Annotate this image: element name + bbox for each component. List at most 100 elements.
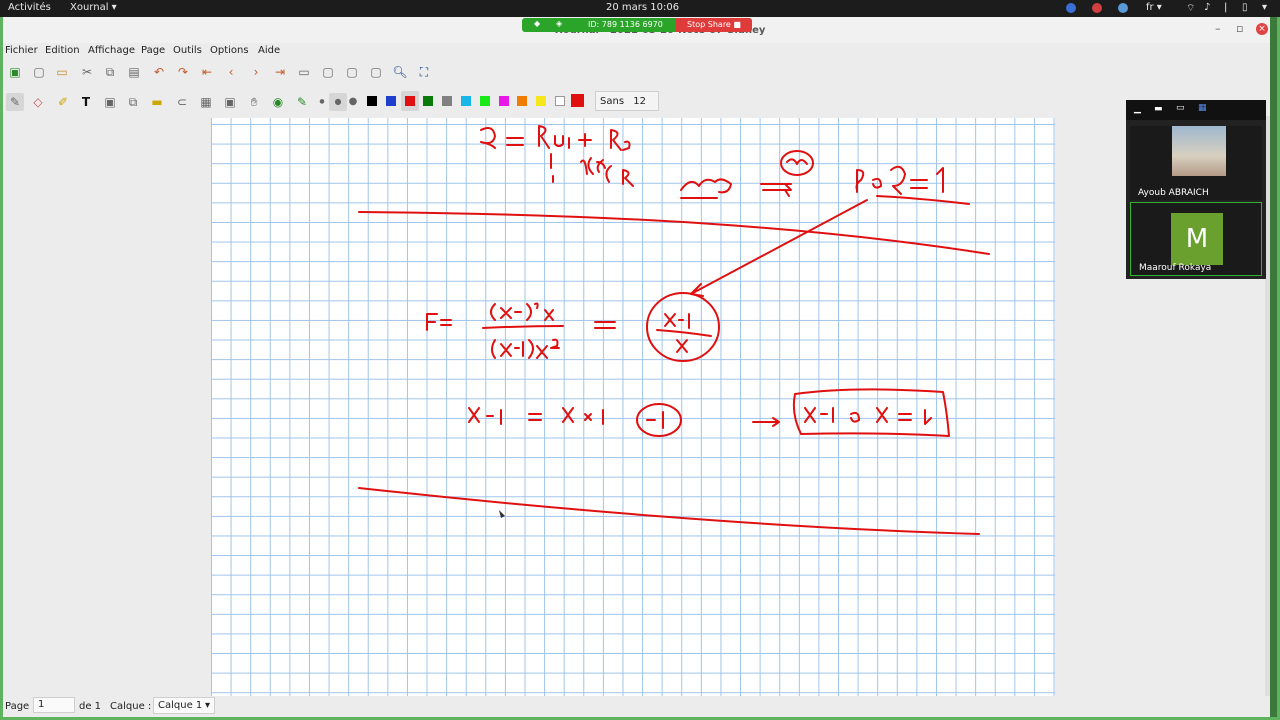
minimize-icon[interactable]: – — [1215, 22, 1221, 35]
graph-paper-page[interactable] — [211, 118, 1055, 696]
color-swatch[interactable] — [555, 96, 565, 106]
image-tool-icon[interactable]: ▣ — [101, 93, 119, 111]
app-menu[interactable]: Xournal ▾ — [70, 2, 117, 13]
shape-recognizer-icon[interactable]: ⧉ — [124, 93, 142, 111]
zoom-search-icon[interactable]: 🔍︎ — [391, 63, 409, 81]
menu-aide[interactable]: Aide — [258, 45, 280, 56]
panel-header: ▁ ▬ ▭ ▦ — [1126, 100, 1266, 120]
last-page-icon[interactable]: ⇥ — [271, 63, 289, 81]
color-swatch[interactable] — [498, 96, 509, 106]
thick-line-icon[interactable]: ● — [344, 93, 362, 111]
xournal-window: Xournal - 2021-03-20-Note-07-Sidney – ▫ … — [3, 17, 1270, 717]
security-icon[interactable]: ◆ — [534, 19, 540, 28]
gallery-view-icon[interactable]: ▦ — [1198, 103, 1207, 113]
fullscreen-icon[interactable]: ⛶ — [415, 63, 433, 81]
stop-share-button[interactable]: Stop Share ■ — [676, 18, 752, 32]
dropdown-arrow-icon: ▾ — [204, 700, 210, 711]
ink-stroke — [656, 313, 712, 353]
participant-tile[interactable]: Ayoub ABRAICH — [1130, 126, 1262, 200]
color-swatch[interactable] — [536, 96, 547, 106]
color-swatch[interactable] — [400, 91, 419, 111]
ink-stroke — [358, 211, 990, 255]
main-toolbar: ▣ ▢ ▭ ✂ ⧉ ▤ ↶ ↷ ⇤ ‹ › ⇥ ▭ ▢ ▢ ▢ 🔍︎ ⛶ — [3, 63, 1270, 85]
power-icon[interactable]: ▾ — [1262, 2, 1267, 13]
default-tool-icon[interactable]: ◉ — [269, 93, 287, 111]
text-tool-icon[interactable]: T — [77, 93, 95, 111]
activities-button[interactable]: Activités — [8, 2, 51, 13]
highlighter-icon[interactable]: ✐ — [54, 93, 72, 111]
zoom-normal-icon[interactable]: ▢ — [343, 63, 361, 81]
color-swatch[interactable] — [367, 96, 377, 106]
zoom-tray-icon[interactable] — [1066, 3, 1076, 13]
volume-icon[interactable]: ♪ — [1204, 2, 1210, 13]
menu-bar: Fichier Edition Affichage Page Outils Op… — [3, 43, 1270, 59]
next-page-icon[interactable]: › — [247, 63, 265, 81]
zoom-out-icon[interactable]: ▢ — [319, 63, 337, 81]
save-icon[interactable]: ▣ — [6, 63, 24, 81]
rect-select-icon[interactable]: ▦ — [197, 93, 215, 111]
participant-name: Maarouf Rokaya — [1139, 263, 1212, 273]
menu-outils[interactable]: Outils — [173, 45, 202, 56]
globe-icon[interactable] — [1118, 3, 1128, 13]
network-icon[interactable]: ⌔ — [1186, 2, 1195, 15]
menu-options[interactable]: Options — [210, 45, 249, 56]
status-bar: Page 1 de 1 Calque : Calque 1 ▾ — [3, 696, 1270, 717]
hand-tool-icon[interactable]: ✋︎ — [245, 93, 263, 111]
microphone-icon[interactable]: | — [1224, 2, 1227, 13]
maximize-icon[interactable]: ▫ — [1236, 22, 1243, 35]
vertical-space-icon[interactable]: ▣ — [221, 93, 239, 111]
font-selector[interactable]: Sans 12 0 — [595, 91, 659, 127]
cut-icon[interactable]: ✂ — [78, 63, 96, 81]
redo-icon[interactable]: ↷ — [174, 63, 192, 81]
color-swatch[interactable] — [479, 96, 490, 106]
new-file-icon[interactable]: ▢ — [30, 63, 48, 81]
close-icon[interactable]: × — [1256, 23, 1268, 35]
color-swatch[interactable] — [442, 96, 453, 106]
minimize-panel-icon[interactable]: ▁ — [1134, 104, 1141, 114]
color-swatch[interactable] — [461, 96, 471, 106]
handwritten-ink — [358, 125, 990, 535]
eraser-icon[interactable]: ◇ — [29, 93, 47, 111]
color-swatch[interactable] — [385, 96, 396, 106]
menu-edition[interactable]: Edition — [45, 45, 80, 56]
layer-select[interactable]: Calque 1 ▾ — [153, 697, 215, 714]
ink-stroke — [752, 417, 780, 427]
participant-video — [1172, 126, 1226, 176]
ink-stroke — [876, 195, 970, 205]
menu-fichier[interactable]: Fichier — [5, 45, 38, 56]
menu-page[interactable]: Page — [141, 45, 165, 56]
shield-icon[interactable]: ◈ — [556, 19, 562, 28]
zoom-in-icon[interactable]: ▢ — [367, 63, 385, 81]
color-swatch[interactable] — [517, 96, 528, 106]
battery-icon[interactable]: ▯ — [1242, 2, 1248, 13]
ruler-icon[interactable]: ▬ — [148, 93, 166, 111]
copy-icon[interactable]: ⧉ — [101, 63, 119, 81]
view-icon[interactable]: ▬ — [1154, 104, 1163, 114]
ink-stroke — [506, 137, 524, 146]
undo-icon[interactable]: ↶ — [150, 63, 168, 81]
menu-affichage[interactable]: Affichage — [88, 45, 135, 56]
lasso-select-icon[interactable]: ⊂ — [173, 93, 191, 111]
participant-name: Ayoub ABRAICH — [1138, 188, 1209, 198]
participant-tile-active[interactable]: M Maarouf Rokaya — [1130, 202, 1262, 276]
speaker-view-icon[interactable]: ▭ — [1176, 103, 1185, 113]
layer-label: Calque : — [110, 701, 152, 712]
page-number-spinner[interactable]: 1 — [33, 697, 75, 713]
page-width-icon[interactable]: ▭ — [295, 63, 313, 81]
clock[interactable]: 20 mars 10:06 — [606, 2, 679, 13]
first-page-icon[interactable]: ⇤ — [198, 63, 216, 81]
ink-stroke — [580, 157, 606, 175]
ink-stroke — [690, 199, 868, 297]
tray-icon[interactable] — [1092, 3, 1102, 13]
current-color-button[interactable] — [571, 94, 584, 107]
paste-icon[interactable]: ▤ — [125, 63, 143, 81]
previous-page-icon[interactable]: ‹ — [222, 63, 240, 81]
ink-stroke — [605, 165, 634, 187]
pen-tool-icon[interactable]: ✎ — [6, 93, 24, 111]
open-folder-icon[interactable]: ▭ — [53, 63, 71, 81]
color-swatch[interactable] — [423, 96, 434, 106]
ink-stroke — [480, 127, 496, 149]
canvas-area[interactable] — [3, 116, 1270, 696]
default-pen-icon[interactable]: ✎ — [293, 93, 311, 111]
language-selector[interactable]: fr ▾ — [1146, 2, 1162, 13]
